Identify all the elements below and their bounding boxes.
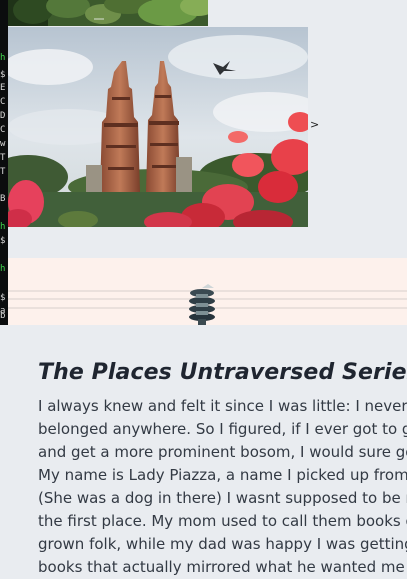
- terminal-glyph: b: [0, 311, 6, 321]
- article-title: The Places Untraversed Series: [38, 360, 407, 385]
- foliage-image: [8, 0, 208, 26]
- article-line: grown folk, while my dad was happy I was…: [38, 535, 407, 553]
- article-line: the first place. My mom used to call the…: [38, 512, 407, 530]
- terminal-glyph: T: [0, 167, 6, 177]
- article-line: My name is Lady Piazza, a name I picked …: [38, 466, 407, 484]
- page: h$ECDCwTTBh$h$abh$Eh$h$abh$Eh: [0, 0, 407, 579]
- terminal-glyph: C: [0, 125, 6, 135]
- terminal-glyph: h: [0, 264, 6, 274]
- terminal-glyph: $: [0, 236, 6, 246]
- article-line: books that actually mirrored what he wan…: [38, 558, 407, 576]
- terminal-glyph: h: [0, 222, 6, 232]
- article-line: (She was a dog in there) I wasnt suppose…: [38, 489, 407, 507]
- terminal-glyph: w: [0, 139, 6, 149]
- terminal-glyph: h: [0, 53, 6, 63]
- temple-image: [8, 27, 308, 227]
- terminal-glyph: $: [0, 70, 6, 80]
- article-line: belonged anywhere. So I figured, if I ev…: [38, 420, 407, 438]
- top-photo: [8, 0, 208, 26]
- article-line: and get a more prominent bosom, I would …: [38, 443, 407, 461]
- terminal-glyph: C: [0, 97, 6, 107]
- section-banner: [8, 258, 407, 325]
- carousel-next-button[interactable]: >: [310, 119, 319, 131]
- pagoda-illustration: [8, 258, 407, 325]
- article-body: I always knew and felt it since I was li…: [38, 395, 407, 579]
- terminal-glyph: $: [0, 293, 6, 303]
- terminal-glyph: D: [0, 111, 6, 121]
- article-line: I always knew and felt it since I was li…: [38, 397, 407, 415]
- terminal-glyph: B: [0, 194, 6, 204]
- terminal-glyph: E: [0, 83, 6, 93]
- temple-photo[interactable]: [8, 27, 308, 227]
- terminal-glyph: T: [0, 153, 6, 163]
